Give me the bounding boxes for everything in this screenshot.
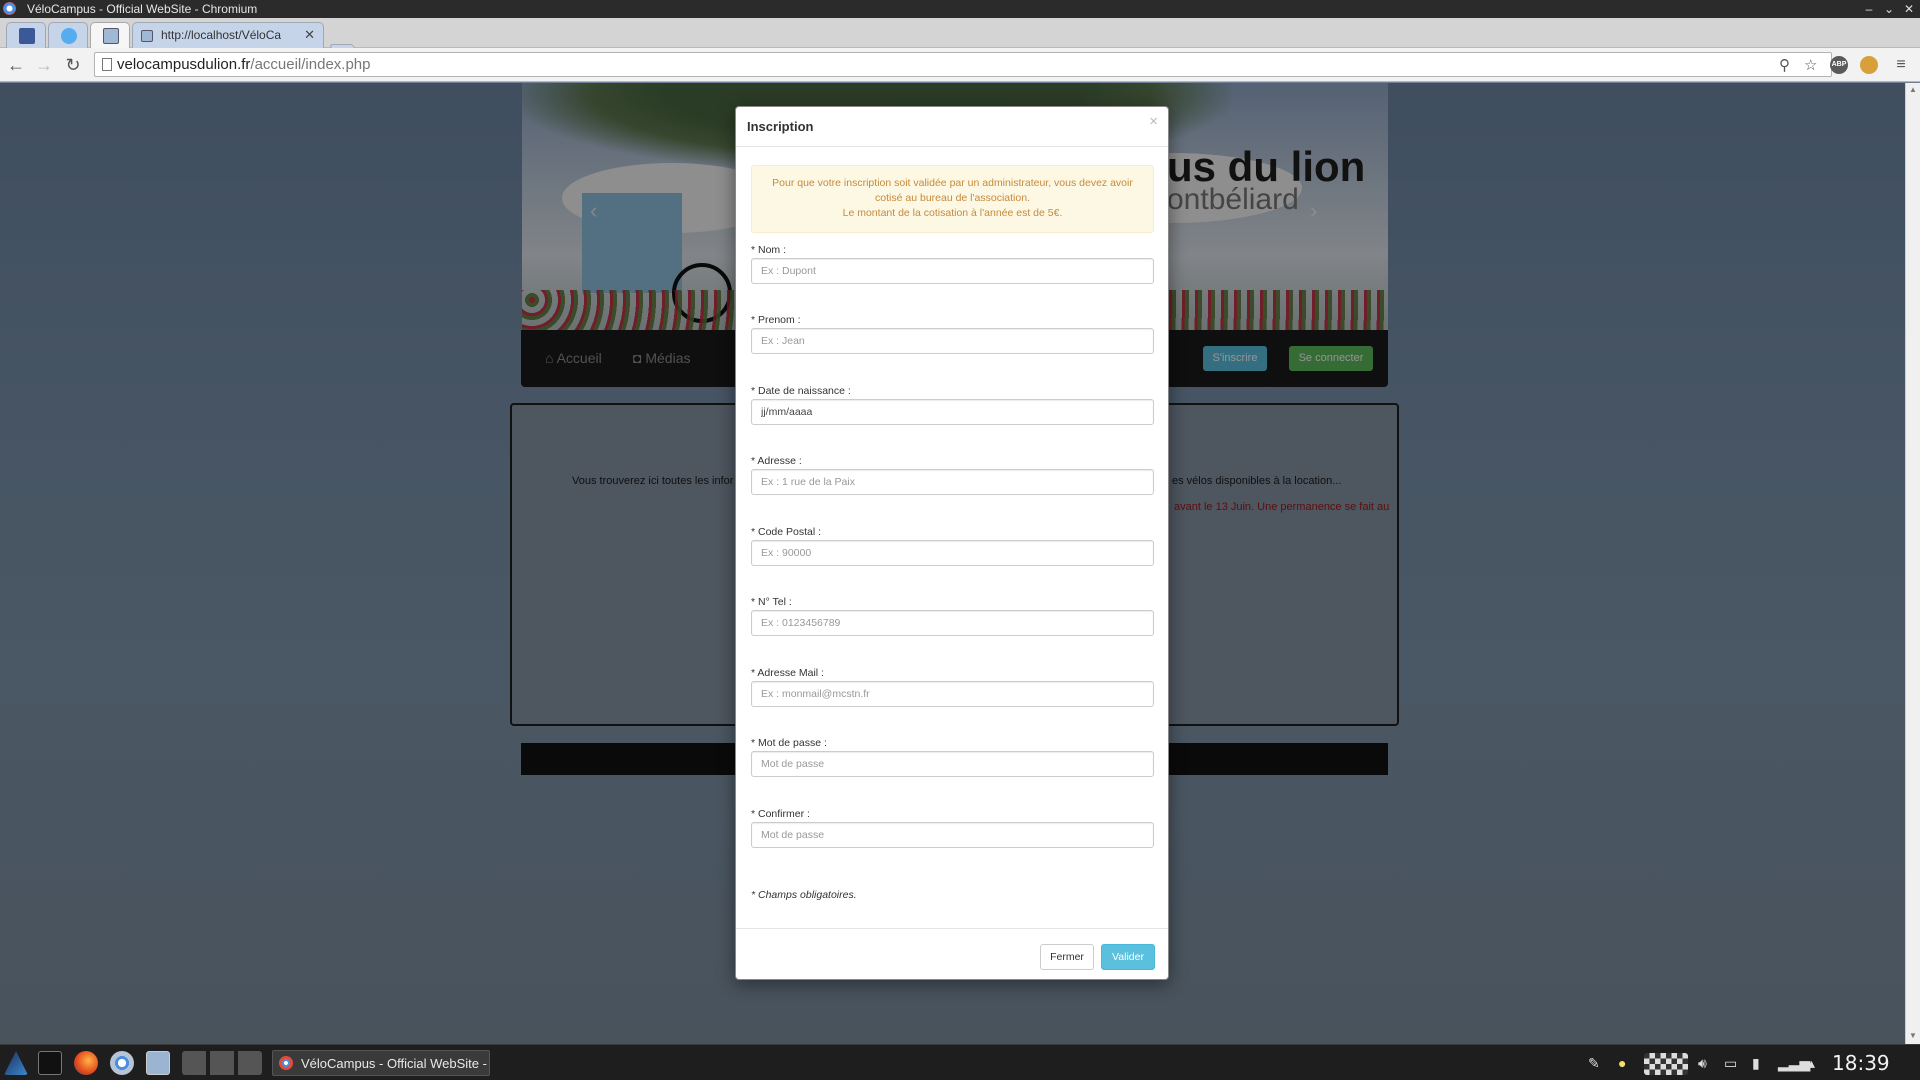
close-button[interactable]: Fermer [1040,944,1094,970]
back-icon[interactable]: ← [5,54,27,76]
weather-icon[interactable]: ● [1618,1055,1626,1071]
code-postal-label: * Code Postal : [751,526,822,538]
bookmark-star-icon[interactable]: ☆ [1804,56,1817,74]
twitter-icon [61,28,77,44]
modal-header: Inscription × [736,107,1168,147]
tab-title: http://localhost/VéloCa [161,28,282,42]
start-menu-icon[interactable] [4,1051,28,1075]
adresse-label: * Adresse : [751,455,802,467]
password-confirm-field[interactable] [751,822,1154,848]
close-icon[interactable]: × [1149,113,1158,130]
nom-label: * Nom : [751,244,787,256]
registration-modal: Inscription × Pour que votre inscription… [735,106,1169,980]
prenom-field[interactable] [751,328,1154,354]
reload-icon[interactable]: ↻ [62,54,84,76]
scroll-up-icon[interactable]: ▲ [1909,85,1917,94]
firefox-icon[interactable] [74,1051,98,1075]
page-icon [102,58,112,71]
forward-icon[interactable]: → [33,54,55,76]
maximize-icon[interactable]: ⌄ [1880,0,1898,18]
chromium-icon[interactable] [110,1051,134,1075]
email-field[interactable] [751,681,1154,707]
telephone-field[interactable] [751,610,1154,636]
scroll-down-icon[interactable]: ▼ [1909,1031,1917,1040]
window-titlebar: VéloCampus - Official WebSite - Chromium… [0,0,1920,18]
os-taskbar: VéloCampus - Official WebSite - Chromium… [0,1044,1920,1080]
tray-expand-icon[interactable]: ▴ [1808,1055,1815,1072]
volume-icon[interactable]: 🔊︎ [1698,1055,1707,1072]
chromium-icon [279,1056,293,1070]
alert-line: cotisé au bureau de l'association. [875,192,1030,204]
info-alert: Pour que votre inscription soit validée … [751,165,1154,233]
code-postal-field[interactable] [751,540,1154,566]
pen-icon[interactable]: ✎ [1588,1055,1600,1072]
battery-icon[interactable]: ▮ [1752,1055,1760,1072]
menu-icon[interactable]: ≡ [1890,54,1912,76]
terminal-icon[interactable] [38,1051,62,1075]
tab-localhost[interactable]: http://localhost/VéloCa ✕ [132,22,324,48]
network-monitor-icon[interactable] [1644,1053,1688,1075]
date-naissance-label: * Date de naissance : [751,385,851,397]
required-fields-note: * Champs obligatoires. [751,889,857,901]
taskbar-window-button[interactable]: VéloCampus - Official WebSite - Chromium [272,1050,490,1076]
address-bar[interactable]: velocampusdulion.fr/accueil/index.php ⚲ … [94,52,1832,77]
tab-twitter[interactable] [48,22,88,48]
email-label: * Adresse Mail : [751,667,824,679]
adblock-plus-icon[interactable]: ABP [1830,56,1848,74]
telephone-label: * N° Tel : [751,596,792,608]
wifi-signal-icon[interactable]: ▂▃▅ [1778,1055,1810,1072]
nom-field[interactable] [751,258,1154,284]
modal-title: Inscription [747,119,814,134]
password-confirm-label: * Confirmer : [751,808,810,820]
close-window-icon[interactable]: ✕ [1900,0,1918,18]
tab-facebook[interactable] [6,22,46,48]
velocampus-icon [103,28,119,44]
drive-icon[interactable]: ▭ [1724,1055,1737,1072]
page-viewport: ‹ › us du lion ontbéliard ⌂ Accueil ◘ Mé… [0,83,1905,1044]
minimize-icon[interactable]: – [1860,0,1878,18]
search-icon[interactable]: ⚲ [1779,56,1790,74]
date-naissance-field[interactable] [751,399,1154,425]
close-tab-icon[interactable]: ✕ [304,27,315,43]
prenom-label: * Prenom : [751,314,801,326]
url-text[interactable]: velocampusdulion.fr/accueil/index.php [117,56,371,73]
file-manager-icon[interactable] [146,1051,170,1075]
page-scrollbar[interactable]: ▲ ▼ [1905,83,1920,1044]
taskbar-clock[interactable]: 18:39 [1832,1051,1890,1075]
browser-toolbar: ← → ↻ velocampusdulion.fr/accueil/index.… [0,48,1920,82]
window-title: VéloCampus - Official WebSite - Chromium [27,2,258,16]
facebook-icon [19,28,35,44]
taskbar-window-label: VéloCampus - Official WebSite - Chromium [301,1056,487,1071]
adresse-field[interactable] [751,469,1154,495]
velocampus-icon [141,30,153,42]
submit-button[interactable]: Valider [1101,944,1155,970]
alert-line: Pour que votre inscription soit validée … [772,177,1133,189]
password-field[interactable] [751,751,1154,777]
alert-line: Le montant de la cotisation à l'année es… [842,207,1063,219]
tab-strip: http://localhost/VéloCa ✕ [0,18,1920,59]
password-label: * Mot de passe : [751,737,827,749]
workspace-switcher[interactable] [182,1051,262,1075]
chromium-icon [3,2,16,15]
tab-velocampus-pinned[interactable] [90,22,130,48]
modal-footer: Fermer Valider [736,928,1168,980]
extension-icon[interactable] [1860,56,1878,74]
